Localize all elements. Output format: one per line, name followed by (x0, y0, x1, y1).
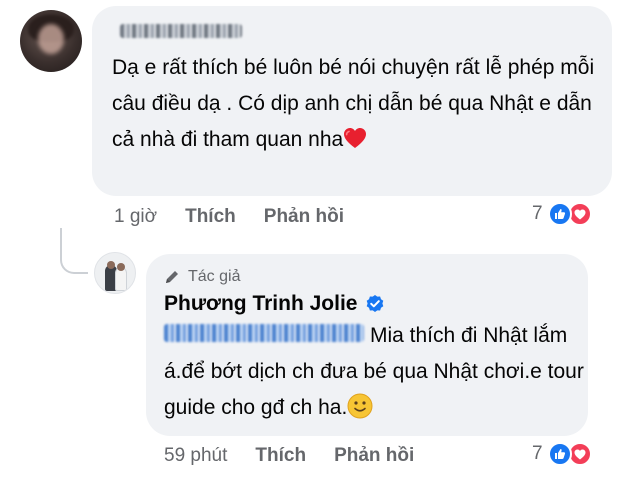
author-badge-label: Tác giả (188, 268, 241, 285)
heart-emoji (344, 128, 367, 148)
reply-reactions[interactable]: 7 (532, 442, 592, 466)
comment-reply-button[interactable]: Phản hồi (264, 206, 344, 228)
comment-actions: 1 giờ Thích Phản hồi (114, 206, 372, 228)
reply-reply-button[interactable]: Phản hồi (334, 445, 414, 467)
comment-reaction-count: 7 (532, 203, 543, 224)
reply-author-name-text[interactable]: Phương Trinh Jolie (164, 292, 357, 316)
smile-emoji (347, 393, 373, 419)
reply-author-name[interactable]: Phương Trinh Jolie (164, 292, 385, 316)
comment-text: Dạ e rất thích bé luôn bé nói chuyện rất… (112, 56, 595, 151)
reply-like-button[interactable]: Thích (255, 445, 306, 467)
reply-bubble: Tác giả Phương Trinh Jolie Mia thích đi … (146, 254, 588, 436)
like-reaction-icon (547, 202, 572, 226)
commenter-name-blurred[interactable] (120, 24, 242, 38)
pencil-icon (166, 271, 178, 283)
reply-timestamp[interactable]: 59 phút (164, 445, 227, 467)
verified-badge-icon (367, 295, 384, 312)
author-avatar[interactable] (94, 252, 136, 294)
commenter-avatar[interactable] (20, 10, 82, 72)
avatar-figure-head (117, 263, 125, 271)
comment-like-button[interactable]: Thích (185, 206, 236, 228)
reply-thread-line (60, 228, 88, 274)
reply-reaction-count: 7 (532, 443, 543, 464)
comment-reactions[interactable]: 7 (532, 202, 592, 226)
like-reaction-icon (547, 442, 572, 466)
reply-actions: 59 phút Thích Phản hồi (164, 445, 442, 467)
author-badge: Tác giả (164, 268, 240, 286)
comment-timestamp[interactable]: 1 giờ (114, 206, 157, 228)
avatar-blur-face (38, 24, 64, 54)
comment-bubble: Dạ e rất thích bé luôn bé nói chuyện rất… (92, 6, 612, 196)
reply-text: Mia thích đi Nhật lắm á.để bớt dịch ch đ… (164, 324, 584, 419)
avatar-figure-head (107, 261, 115, 269)
